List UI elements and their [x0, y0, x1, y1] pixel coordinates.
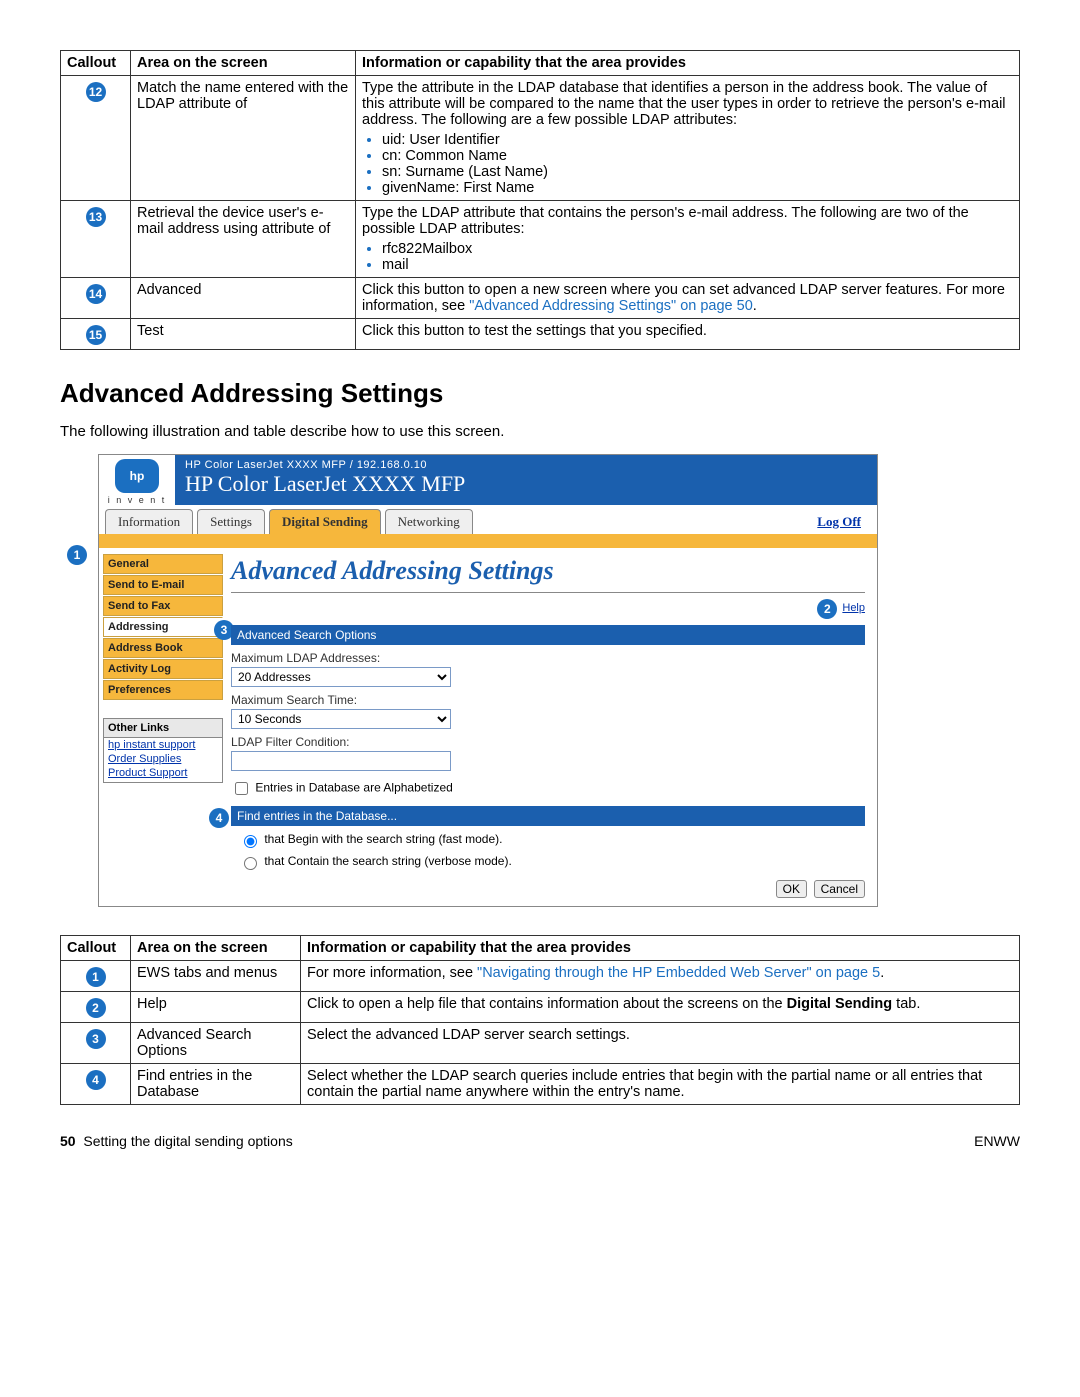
callout-badge: 15 [86, 325, 106, 345]
page-number: 50 [60, 1133, 76, 1149]
callout-badge: 1 [86, 967, 106, 987]
tab-networking[interactable]: Networking [385, 509, 473, 534]
ews-screenshot: 1 hp i n v e n t HP Color LaserJet XXXX … [98, 454, 878, 907]
section-heading: Advanced Addressing Settings [60, 378, 1020, 409]
callout-badge: 4 [209, 808, 229, 828]
callout-badge: 3 [86, 1029, 106, 1049]
section-bar-find-entries: 4 Find entries in the Database... [231, 806, 865, 826]
hp-logo-icon: hp [115, 459, 159, 493]
page-footer: 50 Setting the digital sending options E… [60, 1133, 1020, 1149]
label-begin-with: that Begin with the search string (fast … [264, 832, 502, 846]
sidebar-item-send-email[interactable]: Send to E-mail [103, 575, 223, 595]
bottom-callout-table: Callout Area on the screen Information o… [60, 935, 1020, 1105]
ok-button[interactable]: OK [776, 880, 807, 898]
th-info: Information or capability that the area … [301, 936, 1020, 961]
sidebar-item-general[interactable]: General [103, 554, 223, 574]
th-area: Area on the screen [131, 936, 301, 961]
label-max-addresses: Maximum LDAP Addresses: [231, 651, 865, 665]
callout-badge: 1 [67, 545, 87, 565]
hp-logo-block: hp i n v e n t [99, 455, 175, 505]
bullet-list: uid: User Identifier cn: Common Name sn:… [362, 132, 1013, 196]
cross-ref-link[interactable]: "Advanced Addressing Settings" on page 5… [469, 298, 753, 314]
table-row: 13 Retrieval the device user's e-mail ad… [61, 201, 1020, 278]
table-row: 2 Help Click to open a help file that co… [61, 992, 1020, 1023]
tabbar: Information Settings Digital Sending Net… [99, 505, 877, 534]
th-callout: Callout [61, 51, 131, 76]
table-row: 15 Test Click this button to test the se… [61, 319, 1020, 350]
bullet-list: rfc822Mailbox mail [362, 241, 1013, 273]
link-instant-support[interactable]: hp instant support [104, 738, 222, 752]
checkbox-alphabetized[interactable] [235, 782, 248, 795]
sidebar-item-send-fax[interactable]: Send to Fax [103, 596, 223, 616]
label-contain: that Contain the search string (verbose … [264, 854, 511, 868]
callout-badge: 13 [86, 207, 106, 227]
callout-badge: 2 [86, 998, 106, 1018]
label-filter-condition: LDAP Filter Condition: [231, 735, 865, 749]
device-title: HP Color LaserJet XXXX MFP [185, 471, 867, 497]
table-row: 4 Find entries in the Database Select wh… [61, 1064, 1020, 1105]
select-max-addresses[interactable]: 20 Addresses [231, 667, 451, 687]
cross-ref-link[interactable]: "Navigating through the HP Embedded Web … [477, 965, 880, 981]
footer-right: ENWW [974, 1133, 1020, 1149]
breadcrumb: HP Color LaserJet XXXX MFP / 192.168.0.1… [185, 459, 867, 471]
link-product-support[interactable]: Product Support [104, 766, 222, 780]
link-order-supplies[interactable]: Order Supplies [104, 752, 222, 766]
main-pane: Advanced Addressing Settings 2 Help Adva… [227, 548, 877, 906]
radio-begin-with[interactable] [244, 835, 257, 848]
label-max-time: Maximum Search Time: [231, 693, 865, 707]
label-alphabetized: Entries in Database are Alphabetized [255, 781, 452, 795]
orange-bar [99, 534, 877, 548]
tab-digital-sending[interactable]: Digital Sending [269, 509, 381, 534]
table-row: 14 Advanced Click this button to open a … [61, 278, 1020, 319]
sidebar-item-activity-log[interactable]: Activity Log [103, 659, 223, 679]
sidebar-item-addressing[interactable]: Addressing 3 [103, 617, 223, 637]
input-filter-condition[interactable] [231, 751, 451, 771]
callout-badge: 4 [86, 1070, 106, 1090]
table-row: 1 EWS tabs and menus For more informatio… [61, 961, 1020, 992]
sidebar-item-address-book[interactable]: Address Book [103, 638, 223, 658]
th-area: Area on the screen [131, 51, 356, 76]
footer-left: Setting the digital sending options [83, 1133, 292, 1149]
callout-badge: 2 [817, 599, 837, 619]
callout-badge: 12 [86, 82, 106, 102]
radio-contain[interactable] [244, 857, 257, 870]
section-bar-advanced-search: Advanced Search Options [231, 625, 865, 645]
top-callout-table: Callout Area on the screen Information o… [60, 50, 1020, 350]
help-link[interactable]: Help [842, 602, 865, 614]
tab-settings[interactable]: Settings [197, 509, 265, 534]
select-max-time[interactable]: 10 Seconds [231, 709, 451, 729]
pane-title: Advanced Addressing Settings [231, 556, 865, 593]
cancel-button[interactable]: Cancel [814, 880, 865, 898]
table-row: 12 Match the name entered with the LDAP … [61, 76, 1020, 201]
intro-text: The following illustration and table des… [60, 423, 1020, 440]
logoff-link[interactable]: Log Off [807, 510, 871, 534]
other-links-header: Other Links [103, 718, 223, 738]
sidebar: General Send to E-mail Send to Fax Addre… [99, 548, 227, 906]
callout-badge: 14 [86, 284, 106, 304]
sidebar-item-preferences[interactable]: Preferences [103, 680, 223, 700]
th-callout: Callout [61, 936, 131, 961]
header-title-block: HP Color LaserJet XXXX MFP / 192.168.0.1… [175, 455, 877, 505]
table-row: 3 Advanced Search Options Select the adv… [61, 1023, 1020, 1064]
th-info: Information or capability that the area … [356, 51, 1020, 76]
tab-information[interactable]: Information [105, 509, 193, 534]
info-help-cell: Click to open a help file that contains … [301, 992, 1020, 1023]
